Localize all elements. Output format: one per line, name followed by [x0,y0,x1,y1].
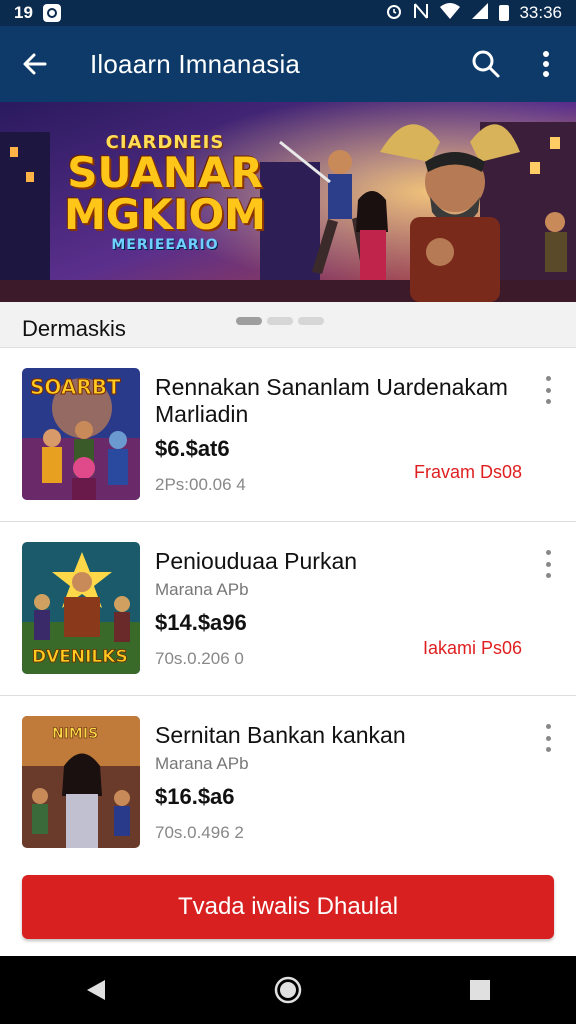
carousel-dot[interactable] [236,317,262,325]
carousel-dot[interactable] [298,317,324,325]
game-thumbnail[interactable]: NIMIS [22,716,140,848]
signal-icon [471,2,489,24]
status-bar: 19 33:36 [0,0,576,26]
status-time: 19 [14,3,33,22]
section-header: Dermaskis [0,302,576,348]
battery-icon [499,5,510,21]
overflow-menu-button[interactable] [516,26,576,102]
item-meta: 70s.0.206 0 [155,649,244,668]
carousel-dot[interactable] [267,317,293,325]
svg-text:NIMIS: NIMIS [52,726,98,742]
nav-home-button[interactable] [258,960,318,1020]
item-more-button[interactable] [538,724,558,752]
banner-logo: CIARDNEIS SUANAR MGKIOM MERIEEARIO [55,132,275,253]
game-thumbnail[interactable]: SOARBT [22,368,140,500]
list-item[interactable]: NIMIS Sernitan Bankan kankan Marana APb … [0,696,576,870]
search-button[interactable] [456,26,516,102]
section-title: Dermaskis [22,316,126,341]
more-vert-icon [543,51,549,77]
back-triangle-icon [87,980,105,1000]
carousel-indicator[interactable] [236,317,324,325]
item-more-button[interactable] [538,376,558,404]
item-price: $6.$at6 [155,436,230,461]
list-item[interactable]: SOARBT Rennakan Sananlam Uardenakam Marl… [0,348,576,522]
featured-banner[interactable]: CIARDNEIS SUANAR MGKIOM MERIEEARIO [0,102,576,302]
item-subtitle: Marana APb [155,754,249,773]
banner-logo-line4: MERIEEARIO [111,237,219,253]
item-title[interactable]: Peniouduaa Purkan [155,548,515,575]
item-price: $14.$a96 [155,610,247,635]
app-bar: Iloaarn Imnanasia [0,26,576,102]
recents-square-icon [470,980,490,1000]
game-thumbnail[interactable]: DVENILKS [22,542,140,674]
cta-container: Tvada iwalis Dhaulal [0,858,576,956]
item-tag: Iakami Ps06 [422,638,522,658]
primary-action-button[interactable]: Tvada iwalis Dhaulal [22,875,554,939]
app-notification-icon [42,4,61,22]
item-title[interactable]: Rennakan Sananlam Uardenakam Marliadin [155,374,515,428]
item-subtitle: Marana APb [155,580,249,599]
item-title[interactable]: Sernitan Bankan kankan [155,722,515,749]
svg-text:SOARBT: SOARBT [30,375,121,399]
list-item[interactable]: DVENILKS Peniouduaa Purkan Marana APb $1… [0,522,576,696]
svg-text:DVENILKS: DVENILKS [32,647,128,667]
status-clock: 33:36 [519,3,562,22]
item-price: $16.$a6 [155,784,235,809]
nav-recents-button[interactable] [450,960,510,1020]
back-button[interactable] [0,26,70,102]
alarm-icon [385,2,403,24]
banner-logo-line2: SUANAR [67,148,263,197]
nfc-icon [413,2,429,24]
back-arrow-icon [23,53,47,75]
item-meta: 70s.0.496 2 [155,823,244,842]
page-title: Iloaarn Imnanasia [90,48,301,79]
wifi-icon [439,2,461,24]
home-circle-icon [274,976,302,1004]
item-more-button[interactable] [538,550,558,578]
search-icon [472,50,500,78]
banner-logo-line3: MGKIOM [64,190,266,239]
nav-back-button[interactable] [66,960,126,1020]
system-nav-bar [0,956,576,1024]
item-tag: Fravam Ds08 [413,462,522,482]
item-meta: 2Ps:00.06 4 [155,475,246,494]
